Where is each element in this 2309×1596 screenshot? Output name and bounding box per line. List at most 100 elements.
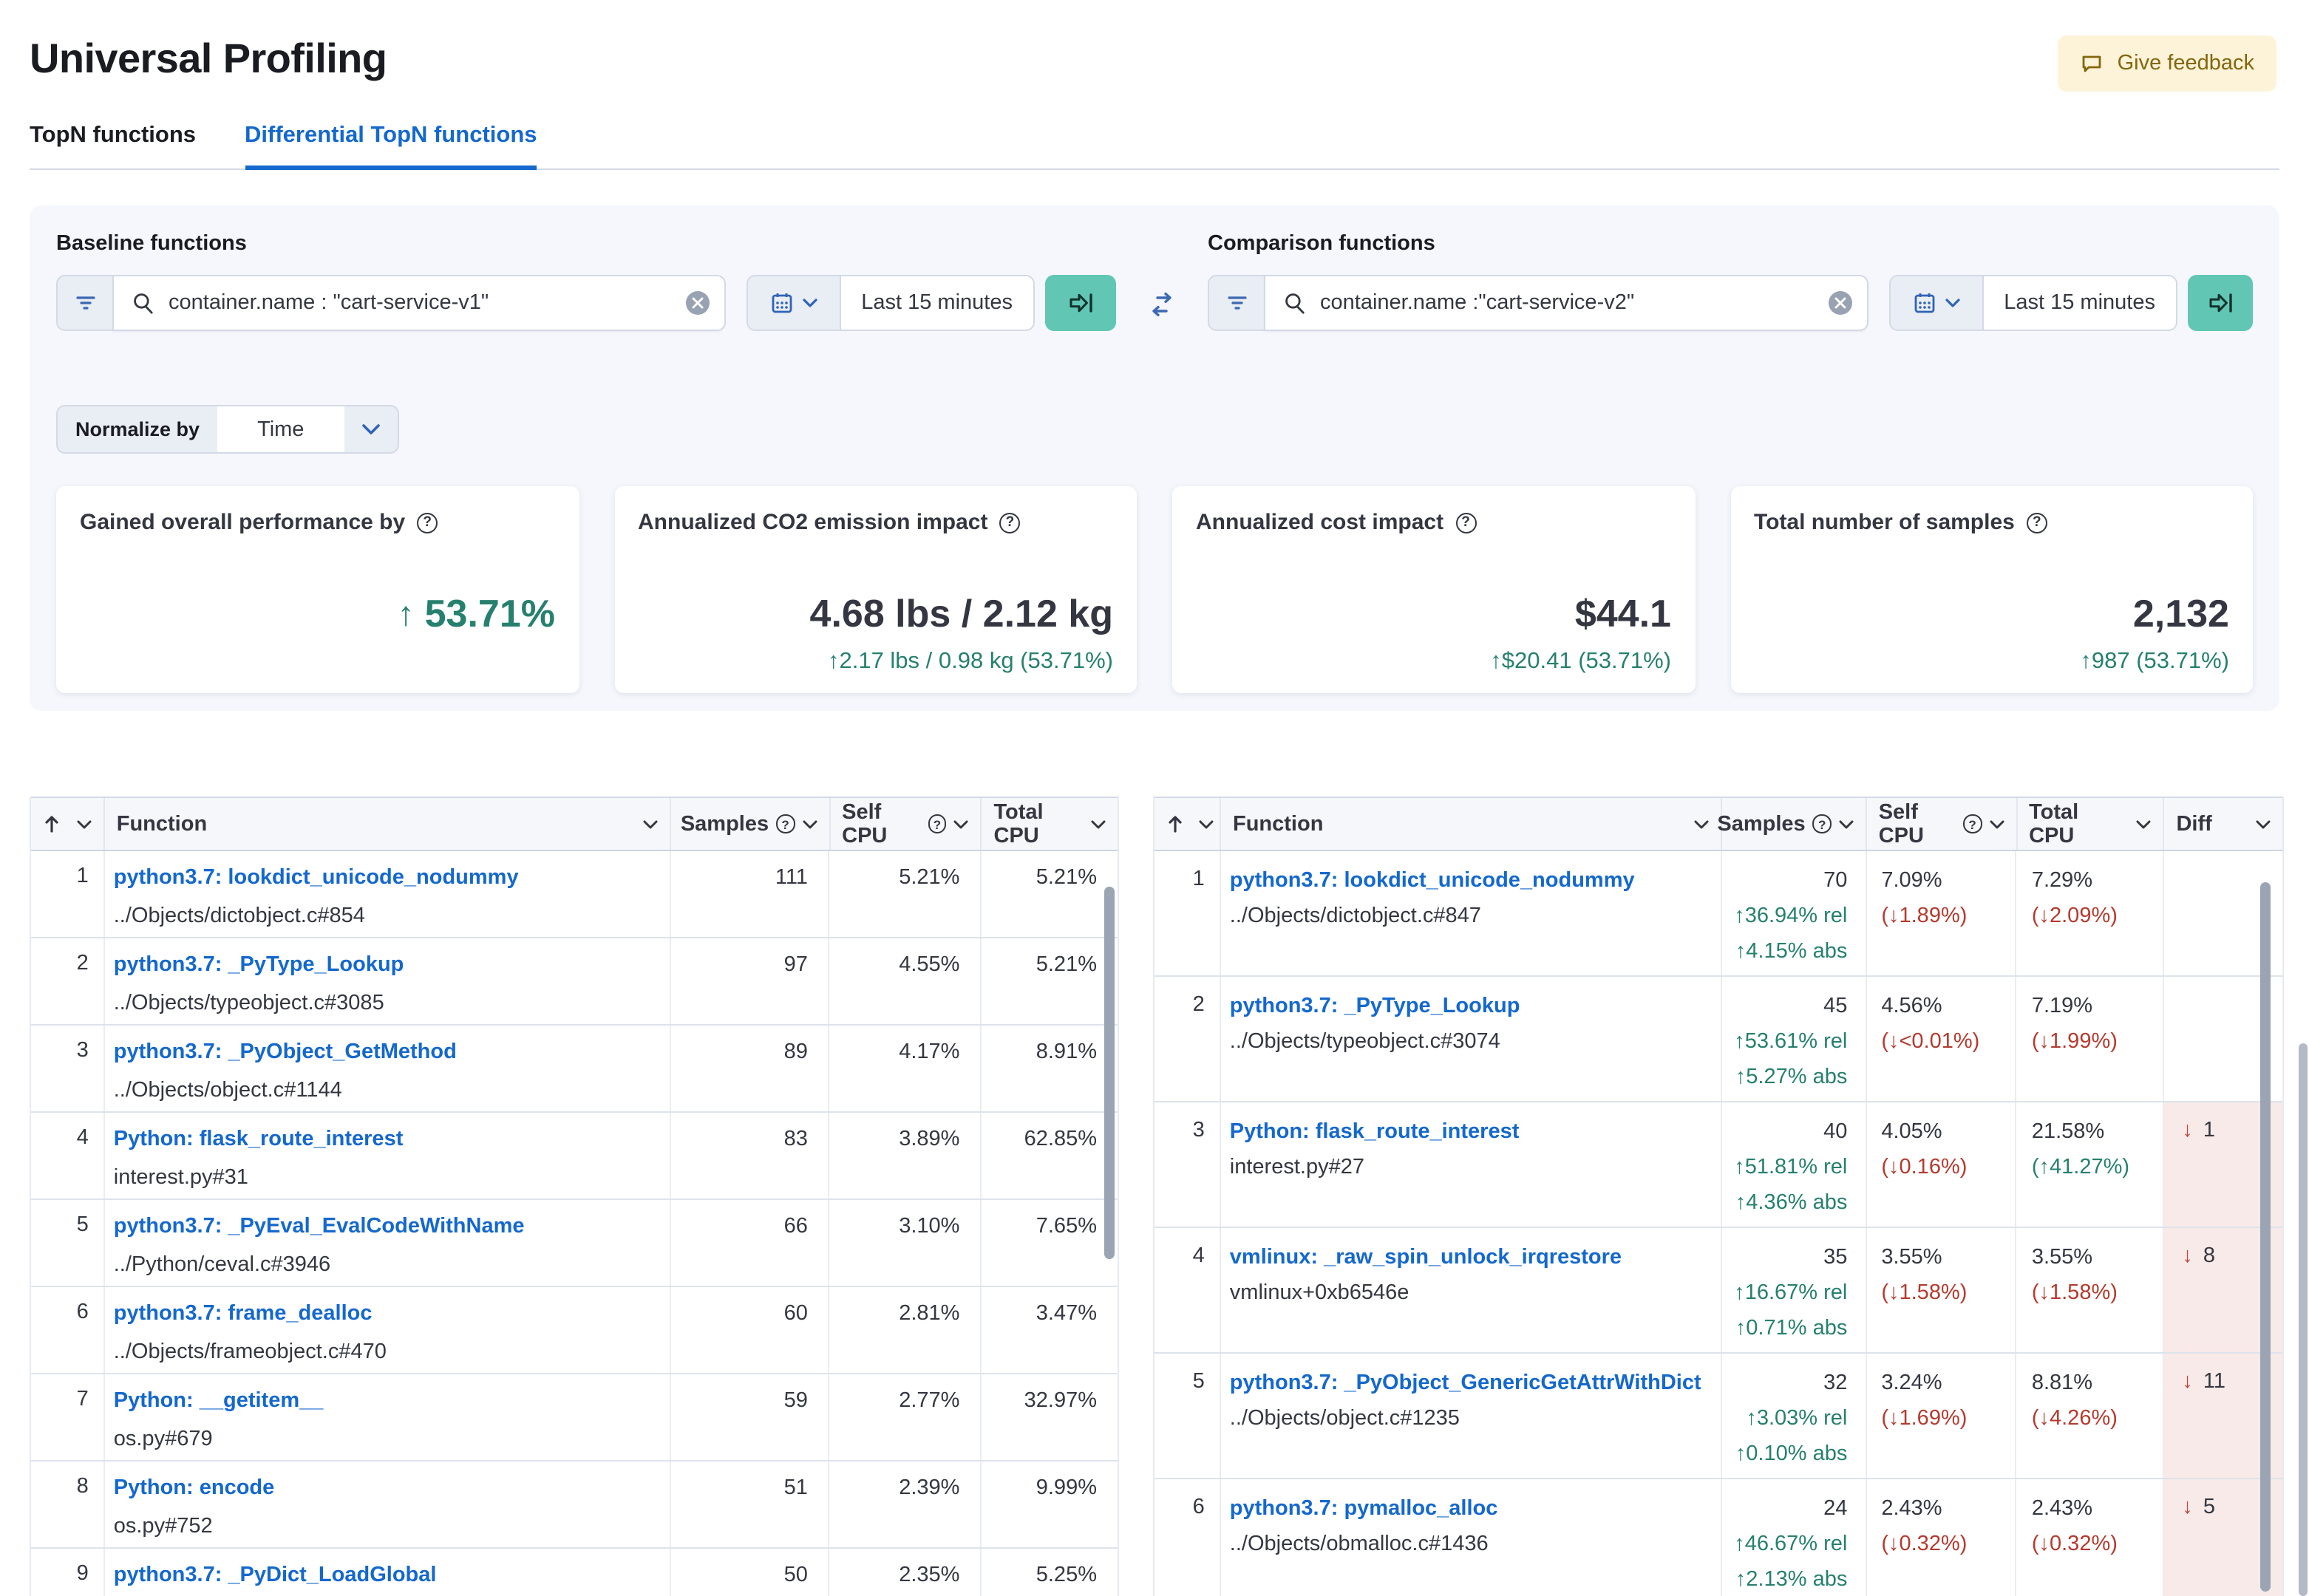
self-cpu-change: (↓1.89%)	[1881, 904, 1968, 928]
chevron-down-icon	[1199, 819, 1214, 828]
function-cell: python3.7: _PyEval_EvalCodeWithName ../P…	[105, 1200, 671, 1286]
baseline-query-input[interactable]: container.name : "cart-service-v1"	[112, 275, 726, 331]
give-feedback-button[interactable]: Give feedback	[2058, 35, 2276, 92]
help-icon: ?	[1963, 814, 1982, 833]
total-cpu-cell: 7.19% (↓1.99%)	[2017, 977, 2165, 1101]
function-link[interactable]: python3.7: pymalloc_alloc	[1230, 1496, 1709, 1522]
rank-column-header[interactable]	[1154, 798, 1221, 850]
function-link[interactable]: python3.7: lookdict_unicode_nodummy	[1230, 867, 1709, 894]
function-link[interactable]: python3.7: lookdict_unicode_nodummy	[114, 864, 658, 891]
rank-diff-value: 5	[2203, 1496, 2215, 1519]
function-cell: Python: encode os.py#752	[105, 1462, 671, 1547]
normalize-by-control: Normalize by Time	[56, 405, 399, 454]
total-cpu-value: 7.19%	[2031, 995, 2093, 1018]
help-icon[interactable]: ?	[999, 512, 1021, 533]
self-cpu-cell: 7.09% (↓1.89%)	[1866, 851, 2017, 975]
self-cpu-cell: 2.81%	[830, 1287, 982, 1373]
function-cell: python3.7: lookdict_unicode_nodummy ../O…	[1221, 851, 1722, 975]
function-link[interactable]: Python: encode	[114, 1475, 658, 1501]
comparison-calendar-button[interactable]	[1890, 276, 1984, 330]
filters-panel: Baseline functions container.name : "car…	[30, 205, 2279, 711]
tab-differential-topn-functions[interactable]: Differential TopN functions	[245, 123, 537, 170]
comparison-query-input[interactable]: container.name :"cart-service-v2"	[1264, 275, 1868, 331]
self-cpu-cell: 4.17%	[830, 1026, 982, 1111]
total-cpu-cell: 2.43% (↓0.32%)	[2017, 1479, 2165, 1596]
samples-cell: 51	[670, 1462, 830, 1547]
table-row: 2 python3.7: _PyType_Lookup ../Objects/t…	[31, 938, 1118, 1026]
self-cpu-cell: 2.39%	[830, 1462, 982, 1547]
function-location: os.py#752	[113, 1515, 213, 1538]
comparison-filter-group: Comparison functions container.name :"ca…	[1208, 232, 2253, 331]
baseline-table-scrollbar[interactable]	[1104, 887, 1115, 1259]
rank-column-header[interactable]	[31, 798, 105, 850]
self-cpu-column-header[interactable]: Self CPU ?	[1867, 798, 2018, 850]
samples-cell: 45 ↑53.61% rel ↑5.27% abs	[1722, 977, 1867, 1101]
function-link[interactable]: python3.7: _PyType_Lookup	[1230, 993, 1709, 1020]
diff-column-header[interactable]: Diff	[2164, 798, 2282, 850]
samples-column-header[interactable]: Samples ?	[1717, 798, 1867, 850]
function-link[interactable]: vmlinux: _raw_spin_unlock_irqrestore	[1230, 1244, 1709, 1271]
self-cpu-value: 3.24%	[1881, 1371, 1942, 1395]
column-label: Total CPU	[2029, 800, 2079, 848]
function-link[interactable]: Python: flask_route_interest	[1230, 1119, 1709, 1145]
baseline-clear-icon[interactable]	[685, 291, 710, 315]
function-link[interactable]: python3.7: _PyDict_LoadGlobal	[114, 1562, 658, 1589]
swap-arrows-icon[interactable]	[1147, 291, 1177, 318]
function-link[interactable]: python3.7: _PyEval_EvalCodeWithName	[114, 1213, 658, 1240]
comparison-clear-icon[interactable]	[1828, 291, 1852, 315]
samples-value: 45	[1823, 995, 1848, 1018]
comparison-apply-button[interactable]	[2188, 275, 2253, 331]
samples-relative-change: ↑16.67% rel	[1734, 1281, 1848, 1305]
tab-topn-functions[interactable]: TopN functions	[30, 123, 196, 168]
rank-cell: 7	[31, 1374, 105, 1460]
chevron-down-icon	[1945, 299, 1959, 307]
comparison-time-range[interactable]: Last 15 minutes	[1983, 276, 2176, 330]
help-icon[interactable]: ?	[2026, 512, 2047, 533]
samples-cell: 83	[670, 1113, 830, 1198]
baseline-calendar-button[interactable]	[747, 276, 841, 330]
samples-value: 40	[1823, 1120, 1848, 1144]
rank-cell: 6	[31, 1287, 105, 1373]
card-title: Annualized CO2 emission impact	[638, 510, 988, 535]
function-link[interactable]: python3.7: _PyObject_GenericGetAttrWithD…	[1230, 1370, 1709, 1396]
baseline-apply-button[interactable]	[1045, 275, 1116, 331]
self-cpu-column-header[interactable]: Self CPU ?	[830, 798, 982, 850]
samples-absolute-change: ↑0.71% abs	[1735, 1317, 1848, 1340]
total-cpu-value: 2.43%	[2031, 1497, 2093, 1521]
baseline-filter-button[interactable]	[56, 275, 112, 331]
function-column-header[interactable]: Function	[105, 798, 671, 850]
page-scrollbar[interactable]	[2299, 1043, 2308, 1596]
samples-column-header[interactable]: Samples ?	[670, 798, 831, 850]
normalize-by-select[interactable]: Time	[217, 406, 344, 452]
universal-profiling-page: Universal Profiling Give feedback TopN f…	[0, 0, 2309, 1596]
rank-cell: 5	[1154, 1354, 1221, 1478]
self-cpu-value: 3.55%	[1881, 1246, 1942, 1269]
function-link[interactable]: Python: __getitem__	[114, 1388, 658, 1414]
function-link[interactable]: Python: flask_route_interest	[114, 1126, 658, 1153]
swap-wrap	[1116, 232, 1208, 318]
column-label: Total CPU	[993, 800, 1044, 848]
total-cpu-column-header[interactable]: Total CPU	[2017, 798, 2165, 850]
card-value: 2,132	[2132, 591, 2229, 635]
comparison-filter-button[interactable]	[1208, 275, 1264, 331]
card-title: Total number of samples	[1754, 510, 2015, 535]
help-icon[interactable]: ?	[417, 512, 438, 533]
help-icon[interactable]: ?	[1455, 512, 1477, 533]
samples-cell: 97	[670, 938, 830, 1024]
chevron-down-icon[interactable]	[344, 406, 397, 452]
down-arrow-icon: ↓	[2182, 1370, 2193, 1394]
page-title: Universal Profiling	[30, 35, 387, 81]
function-link[interactable]: python3.7: _PyObject_GetMethod	[114, 1039, 658, 1065]
function-location: ../Objects/dictobject.c#854	[113, 904, 365, 928]
function-column-header[interactable]: Function	[1221, 798, 1722, 850]
column-label: Function	[116, 812, 208, 836]
total-cpu-column-header[interactable]: Total CPU	[982, 798, 1118, 850]
card-co2-impact: Annualized CO2 emission impact? 4.68 lbs…	[614, 486, 1137, 693]
comparison-table-scrollbar[interactable]	[2260, 882, 2271, 1592]
self-cpu-cell: 2.43% (↓0.32%)	[1866, 1479, 2017, 1596]
baseline-time-range[interactable]: Last 15 minutes	[840, 276, 1033, 330]
total-cpu-cell: 3.55% (↓1.58%)	[2017, 1228, 2165, 1352]
function-link[interactable]: python3.7: _PyType_Lookup	[114, 952, 658, 978]
function-location: ../Objects/typeobject.c#3085	[113, 992, 384, 1015]
function-link[interactable]: python3.7: frame_dealloc	[114, 1300, 658, 1327]
